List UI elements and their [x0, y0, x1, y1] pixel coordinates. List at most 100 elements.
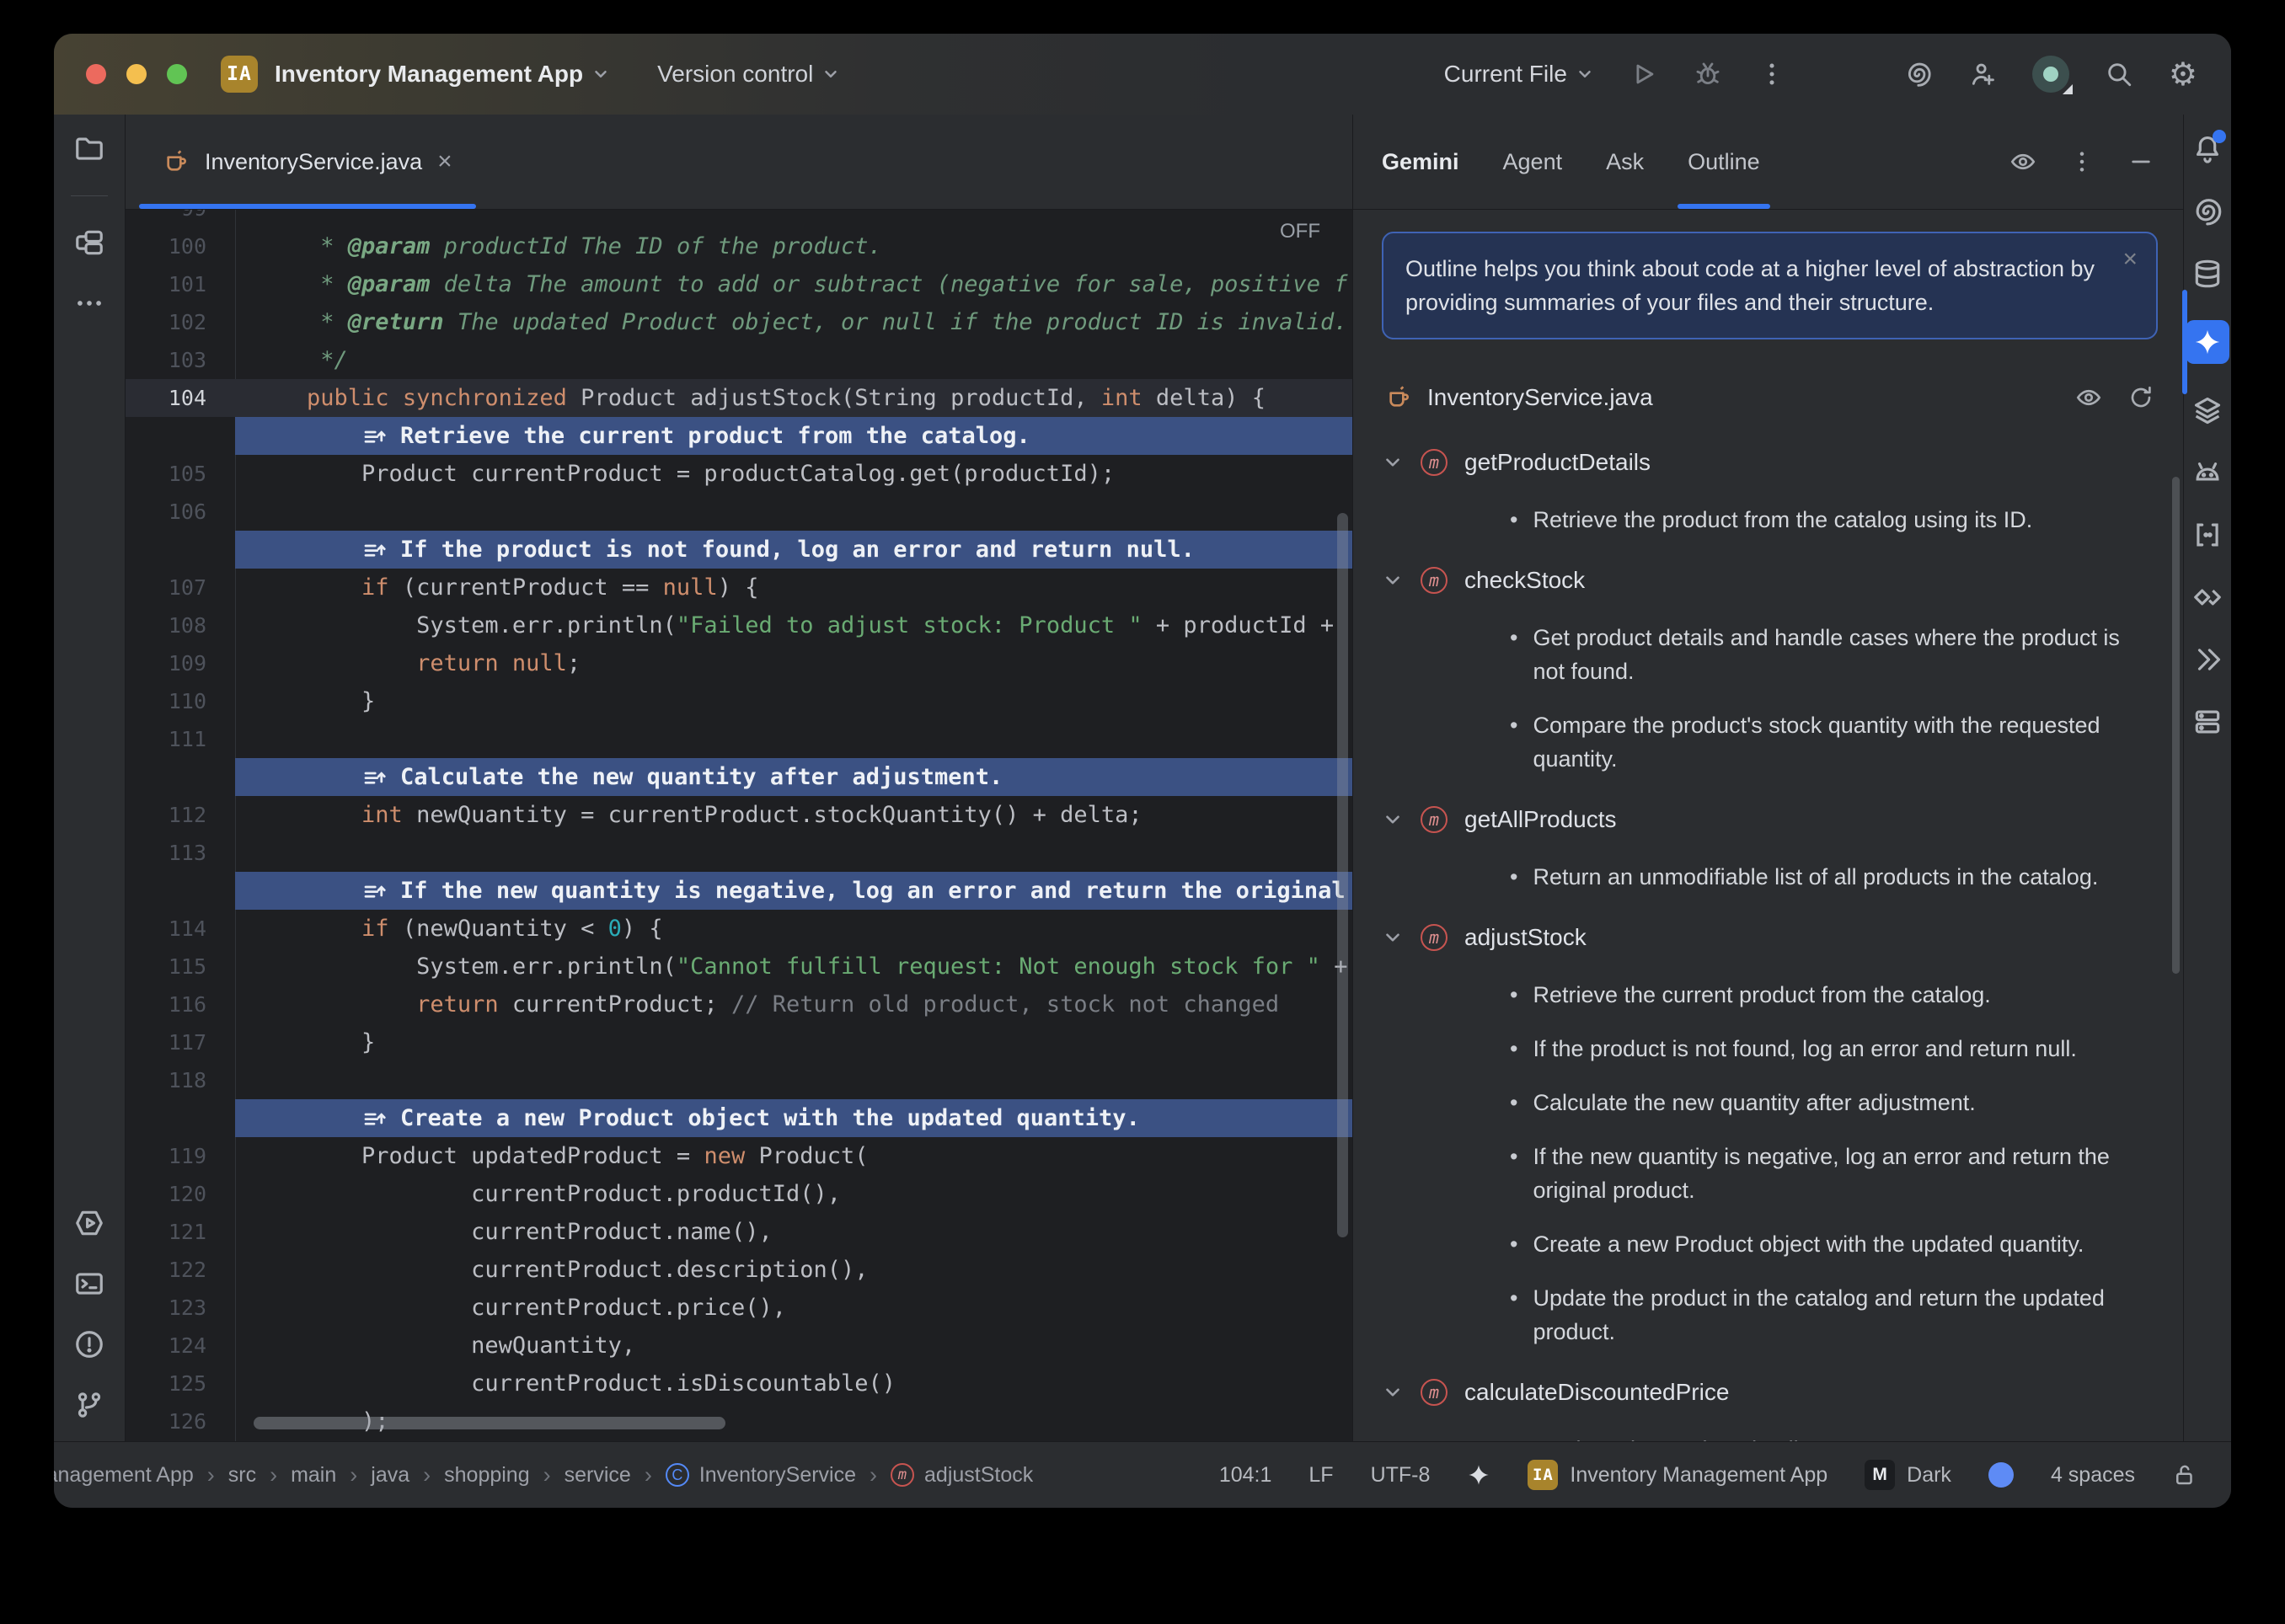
run-configuration-selector[interactable]: Current File: [1444, 61, 1594, 88]
structure-tool-button[interactable]: [2191, 581, 2223, 613]
outline-bullet-item[interactable]: •Update the product in the catalog and r…: [1510, 1281, 2138, 1349]
code-line[interactable]: 108 System.err.println("Failed to adjust…: [126, 606, 1352, 644]
outline-bullet-item[interactable]: •Retrieve the current product from the c…: [1510, 978, 2138, 1012]
code-line[interactable]: 113: [126, 834, 1352, 872]
unlock-icon[interactable]: [2172, 1462, 2197, 1488]
run-tool-window-icon[interactable]: [73, 1207, 105, 1239]
search-everywhere-icon[interactable]: [2105, 60, 2133, 88]
ai-summary-bar[interactable]: If the new quantity is negative, log an …: [235, 872, 1352, 910]
commit-tool-icon[interactable]: [73, 227, 105, 259]
code-line[interactable]: 118: [126, 1061, 1352, 1099]
code-line[interactable]: 110 }: [126, 682, 1352, 720]
close-info-icon[interactable]: ×: [2122, 247, 2138, 272]
breadcrumb-item[interactable]: main: [291, 1463, 336, 1488]
outline-bullet-item[interactable]: •Retrieve the product details.: [1510, 1433, 2138, 1441]
code-line[interactable]: 109 return null;: [126, 644, 1352, 682]
line-ending[interactable]: LF: [1308, 1463, 1333, 1488]
ai-summary-row[interactable]: Calculate the new quantity after adjustm…: [126, 758, 1352, 796]
project-folder-icon[interactable]: [73, 133, 105, 165]
zoom-window-button[interactable]: [167, 64, 187, 84]
settings-gear-icon[interactable]: ⚙: [2169, 58, 2197, 90]
panel-options-kebab-icon[interactable]: [2068, 148, 2095, 175]
outline-bullet-item[interactable]: •Return an unmodifiable list of all prod…: [1510, 860, 2138, 894]
code-line[interactable]: 127: [126, 1440, 1352, 1441]
outline-bullet-item[interactable]: •If the product is not found, log an err…: [1510, 1032, 2138, 1066]
close-window-button[interactable]: [86, 64, 106, 84]
code-line[interactable]: 107 if (currentProduct == null) {: [126, 569, 1352, 606]
project-selector[interactable]: Inventory Management App: [275, 61, 610, 88]
ai-summary-bar[interactable]: If the product is not found, log an erro…: [235, 531, 1352, 569]
close-tab-icon[interactable]: ×: [437, 149, 452, 174]
outline-method-row[interactable]: mcalculateDiscountedPrice: [1382, 1372, 2158, 1413]
code-line[interactable]: 117 }: [126, 1023, 1352, 1061]
ai-summary-bar[interactable]: Create a new Product object with the upd…: [235, 1099, 1352, 1137]
tab-inventoryservice-java[interactable]: InventoryService.java ×: [137, 115, 478, 209]
code-line[interactable]: 101 * @param delta The amount to add or …: [126, 265, 1352, 303]
outline-bullet-item[interactable]: •Compare the product's stock quantity wi…: [1510, 708, 2138, 776]
code-line[interactable]: 104 public synchronized Product adjustSt…: [126, 379, 1352, 417]
more-tool-windows-icon[interactable]: [73, 287, 105, 319]
panel-scrollbar[interactable]: [2172, 477, 2180, 974]
git-branch-icon[interactable]: [73, 1389, 105, 1421]
outline-bullet-item[interactable]: •Calculate the new quantity after adjust…: [1510, 1086, 2138, 1119]
debug-button[interactable]: [1694, 60, 1722, 88]
code-line[interactable]: 122 currentProduct.description(),: [126, 1251, 1352, 1289]
run-anything-tool-button[interactable]: [2191, 644, 2223, 676]
outline-bullet-item[interactable]: •Get product details and handle cases wh…: [1510, 621, 2138, 688]
outline-method-row[interactable]: mcheckStock: [1382, 560, 2158, 601]
minimize-window-button[interactable]: [126, 64, 147, 84]
outline-method-row[interactable]: madjustStock: [1382, 917, 2158, 958]
problems-tool-window-icon[interactable]: [73, 1328, 105, 1360]
outline-bullet-item[interactable]: •Retrieve the product from the catalog u…: [1510, 503, 2138, 537]
code-line[interactable]: 99 *: [126, 210, 1352, 227]
terminal-tool-window-icon[interactable]: [73, 1268, 105, 1300]
notifications-button[interactable]: [2191, 133, 2223, 165]
panel-tab-ask[interactable]: Ask: [1606, 115, 1644, 209]
ai-assistant-icon[interactable]: [1904, 60, 1933, 88]
code-line[interactable]: 120 currentProduct.productId(),: [126, 1175, 1352, 1213]
theme-selector[interactable]: M Dark: [1865, 1460, 1951, 1490]
more-actions-menu[interactable]: [1758, 60, 1786, 88]
panel-tab-gemini[interactable]: Gemini: [1382, 115, 1459, 209]
panel-tab-outline[interactable]: Outline: [1688, 115, 1760, 209]
outline-method-row[interactable]: mgetProductDetails: [1382, 442, 2158, 483]
ai-summary-bar[interactable]: Calculate the new quantity after adjustm…: [235, 758, 1352, 796]
breadcrumb-item[interactable]: src: [228, 1463, 256, 1488]
avatar[interactable]: [2032, 56, 2069, 93]
device-manager-tool-button[interactable]: [2191, 457, 2223, 489]
panel-tab-agent[interactable]: Agent: [1503, 115, 1563, 209]
ai-summary-row[interactable]: Retrieve the current product from the ca…: [126, 417, 1352, 455]
code-line[interactable]: 106: [126, 493, 1352, 531]
vcs-menu[interactable]: Version control: [657, 61, 840, 88]
gemini-tool-button[interactable]: [2186, 320, 2229, 364]
code-line[interactable]: 114 if (newQuantity < 0) {: [126, 910, 1352, 948]
outline-method-row[interactable]: mgetAllProducts: [1382, 799, 2158, 840]
inlay-off-label[interactable]: OFF: [1280, 220, 1320, 243]
code-line[interactable]: 115 System.err.println("Cannot fulfill r…: [126, 948, 1352, 986]
eye-icon[interactable]: [2075, 384, 2102, 411]
caret-position[interactable]: 104:1: [1219, 1463, 1272, 1488]
database-tool-button[interactable]: [2191, 258, 2223, 290]
code-line[interactable]: 102 * @return The updated Product object…: [126, 303, 1352, 341]
code-line[interactable]: 103 */: [126, 341, 1352, 379]
ai-assistant-tool-button[interactable]: [2191, 195, 2223, 227]
code-line[interactable]: 121 currentProduct.name(),: [126, 1213, 1352, 1251]
eye-icon[interactable]: [2009, 148, 2036, 175]
spark-icon[interactable]: [1467, 1463, 1490, 1487]
code-line[interactable]: 112 int newQuantity = currentProduct.sto…: [126, 796, 1352, 834]
code-line[interactable]: 125 currentProduct.isDiscountable(): [126, 1365, 1352, 1402]
code-with-me-icon[interactable]: [1968, 60, 1997, 88]
vertical-scrollbar[interactable]: [1337, 513, 1348, 1237]
code-line[interactable]: 123 currentProduct.price(),: [126, 1289, 1352, 1327]
refresh-icon[interactable]: [2127, 384, 2154, 411]
breadcrumb-item[interactable]: service: [565, 1463, 631, 1488]
code-line[interactable]: 119 Product updatedProduct = new Product…: [126, 1137, 1352, 1175]
horizontal-scrollbar[interactable]: [254, 1417, 725, 1429]
code-line[interactable]: 116 return currentProduct; // Return old…: [126, 986, 1352, 1023]
breadcrumb-item[interactable]: CInventoryService: [666, 1463, 856, 1488]
breadcrumb-item[interactable]: madjustStock: [891, 1463, 1033, 1488]
running-devices-tool-button[interactable]: [2191, 706, 2223, 738]
run-button[interactable]: [1629, 60, 1658, 88]
code-line[interactable]: 105 Product currentProduct = productCata…: [126, 455, 1352, 493]
code-line[interactable]: 124 newQuantity,: [126, 1327, 1352, 1365]
